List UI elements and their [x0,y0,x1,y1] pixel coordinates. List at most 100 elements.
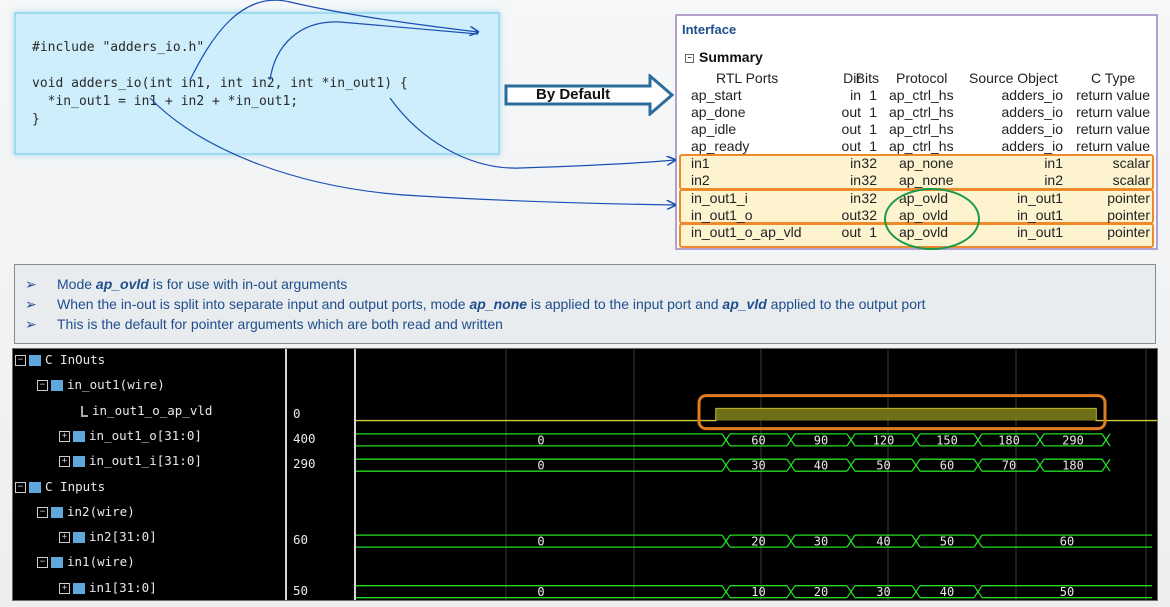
cell-source: adders_io [1001,87,1064,103]
bus-value-label: 50 [1060,585,1074,599]
expand-icon[interactable]: + [59,430,70,442]
bus-signal-icon [73,430,85,442]
group-icon [51,557,63,569]
cell-bits: 1 [869,121,877,137]
note-bullet-3: ➢ This is the default for pointer argumen… [25,316,503,333]
cell-source: in1 [1044,155,1063,171]
summary-header[interactable]: − Summary [685,49,763,65]
group-icon [29,355,41,366]
cell-protocol: ap_ctrl_hs [889,138,954,154]
note-text: This is the default for pointer argument… [57,316,503,332]
cell-bits: 1 [869,104,877,120]
signal-label: C InOuts [45,352,106,367]
signal-c-inputs[interactable]: − C Inputs [15,479,105,494]
bus-value-label: 50 [940,535,954,549]
signal-label: in1[31:0] [89,579,157,595]
note-bullet-2: ➢ When the in-out is split into separate … [25,296,926,313]
bus-value-label: 180 [1062,459,1084,473]
cell-bits: 32 [861,155,877,171]
waveform-viewer: − C InOuts − in_out1(wire) in_out1_o_ap_vld 0… [12,348,1158,601]
bus-value-label: 60 [751,433,765,447]
signal-c-inouts[interactable]: − C InOuts [15,352,105,367]
signal-in-out1-o-31-0[interactable]: + in_out1_o[31:0] [59,428,202,443]
cell-protocol: ap_ctrl_hs [889,121,954,137]
collapse-icon[interactable]: − [15,481,26,493]
cell-port: ap_ready [691,138,750,154]
bus-value-label: 40 [814,459,828,473]
bus-value-label: 30 [814,535,828,549]
signal-in2-wire[interactable]: − in2(wire) [37,504,135,519]
wire-signal-icon [81,405,88,417]
signal-in-out1-i-31-0[interactable]: + in_out1_i[31:0] [59,453,202,468]
bus-value-label: 180 [998,433,1020,447]
signal-label: in_out1_o[31:0] [89,427,202,443]
cell-source: in_out1 [1017,190,1063,206]
cell-source: in2 [1044,172,1063,188]
ap-ovld-highlight-ring [884,188,980,250]
cell-port: ap_done [691,104,746,120]
cell-source: adders_io [1001,138,1064,154]
bus-value-label: 30 [751,459,765,473]
bus-value-label: 10 [751,585,765,599]
cell-protocol: ap_ctrl_hs [889,104,954,120]
cell-port: ap_start [691,87,742,103]
signal-label: in2[31:0] [89,529,157,545]
collapse-icon[interactable]: − [37,506,48,518]
code-line-4: *in_out1 = in1 + in2 + *in_out1; [32,94,299,109]
signal-in-out1-o-ap-vld[interactable]: in_out1_o_ap_vld [81,403,212,418]
interface-row-ap-idle[interactable]: ap_idle out 1 ap_ctrl_hs adders_io return val… [677,121,1156,138]
note-text: Mode [57,276,96,292]
signal-value: 400 [293,430,316,446]
cell-port: in_out1_o_ap_vld [691,224,802,240]
interface-row-ap-done[interactable]: ap_done out 1 ap_ctrl_hs adders_io return val… [677,104,1156,121]
signal-in2-31-0[interactable]: + in2[31:0] [59,529,157,544]
col-c-type: C Type [1091,70,1136,86]
code-line-5: } [32,112,40,127]
note-keyword: ap_ovld [95,276,149,292]
interface-panel: Interface − Summary RTL Ports Dir Bits Pr… [675,14,1158,250]
code-snippet-panel: #include "adders_io.h" void adders_io(in… [14,12,500,155]
waveform-traces[interactable]: 0 60 90 120 150 180 290 0 30 40 50 60 70 180 0 20 30 40 50… [356,349,1157,600]
expand-icon[interactable]: + [59,532,70,544]
bus-value-label: 40 [876,535,890,549]
cell-port: in_out1_o [691,207,753,223]
signal-value: 60 [293,532,309,548]
signal-in1-31-0[interactable]: + in1[31:0] [59,580,157,595]
cell-bits: 1 [869,138,877,154]
cell-port: ap_idle [691,121,737,137]
name-value-divider[interactable] [285,349,287,600]
cell-ctype: pointer [1107,190,1150,206]
bus-value-label: 50 [876,459,890,473]
signal-in1-wire[interactable]: − in1(wire) [37,554,135,569]
interface-row-ap-ready[interactable]: ap_ready out 1 ap_ctrl_hs adders_io return va… [677,138,1156,155]
vld-pulse-fill [716,408,1096,421]
cell-bits: 32 [861,172,877,188]
cell-source: in_out1 [1017,207,1063,223]
expand-icon[interactable]: + [59,582,70,594]
expand-icon[interactable]: + [59,456,70,468]
interface-row-in2[interactable]: in2 in 32 ap_none in2 scalar [677,172,1156,189]
signal-label: C Inputs [45,478,106,494]
signal-in-out1-wire[interactable]: − in_out1(wire) [37,377,165,392]
cell-ctype: scalar [1112,155,1150,171]
cell-port: in2 [691,172,710,188]
bus-value-label: 150 [936,433,958,447]
collapse-icon[interactable]: − [37,380,48,392]
collapse-icon[interactable]: − [37,557,48,569]
interface-row-ap-start[interactable]: ap_start in 1 ap_ctrl_hs adders_io return val… [677,87,1156,104]
collapse-icon[interactable]: − [685,53,694,63]
bus-value-label: 90 [814,433,828,447]
cell-ctype: pointer [1107,224,1150,240]
cell-ctype: scalar [1112,172,1150,188]
group-icon [51,380,63,392]
collapse-icon[interactable]: − [15,355,26,366]
bus-value-label: 40 [940,585,954,599]
signal-label: in_out1_o_ap_vld [92,402,213,418]
notes-panel: ➢ Mode ap_ovld is for use with in-out arg… [14,264,1156,344]
bus-value-label: 20 [814,585,828,599]
cell-source: adders_io [1001,104,1064,120]
cell-port: in_out1_i [691,190,748,206]
bus-value-label: 30 [876,585,890,599]
interface-title: Interface [682,22,737,37]
interface-row-in1[interactable]: in1 in 32 ap_none in1 scalar [677,155,1156,172]
